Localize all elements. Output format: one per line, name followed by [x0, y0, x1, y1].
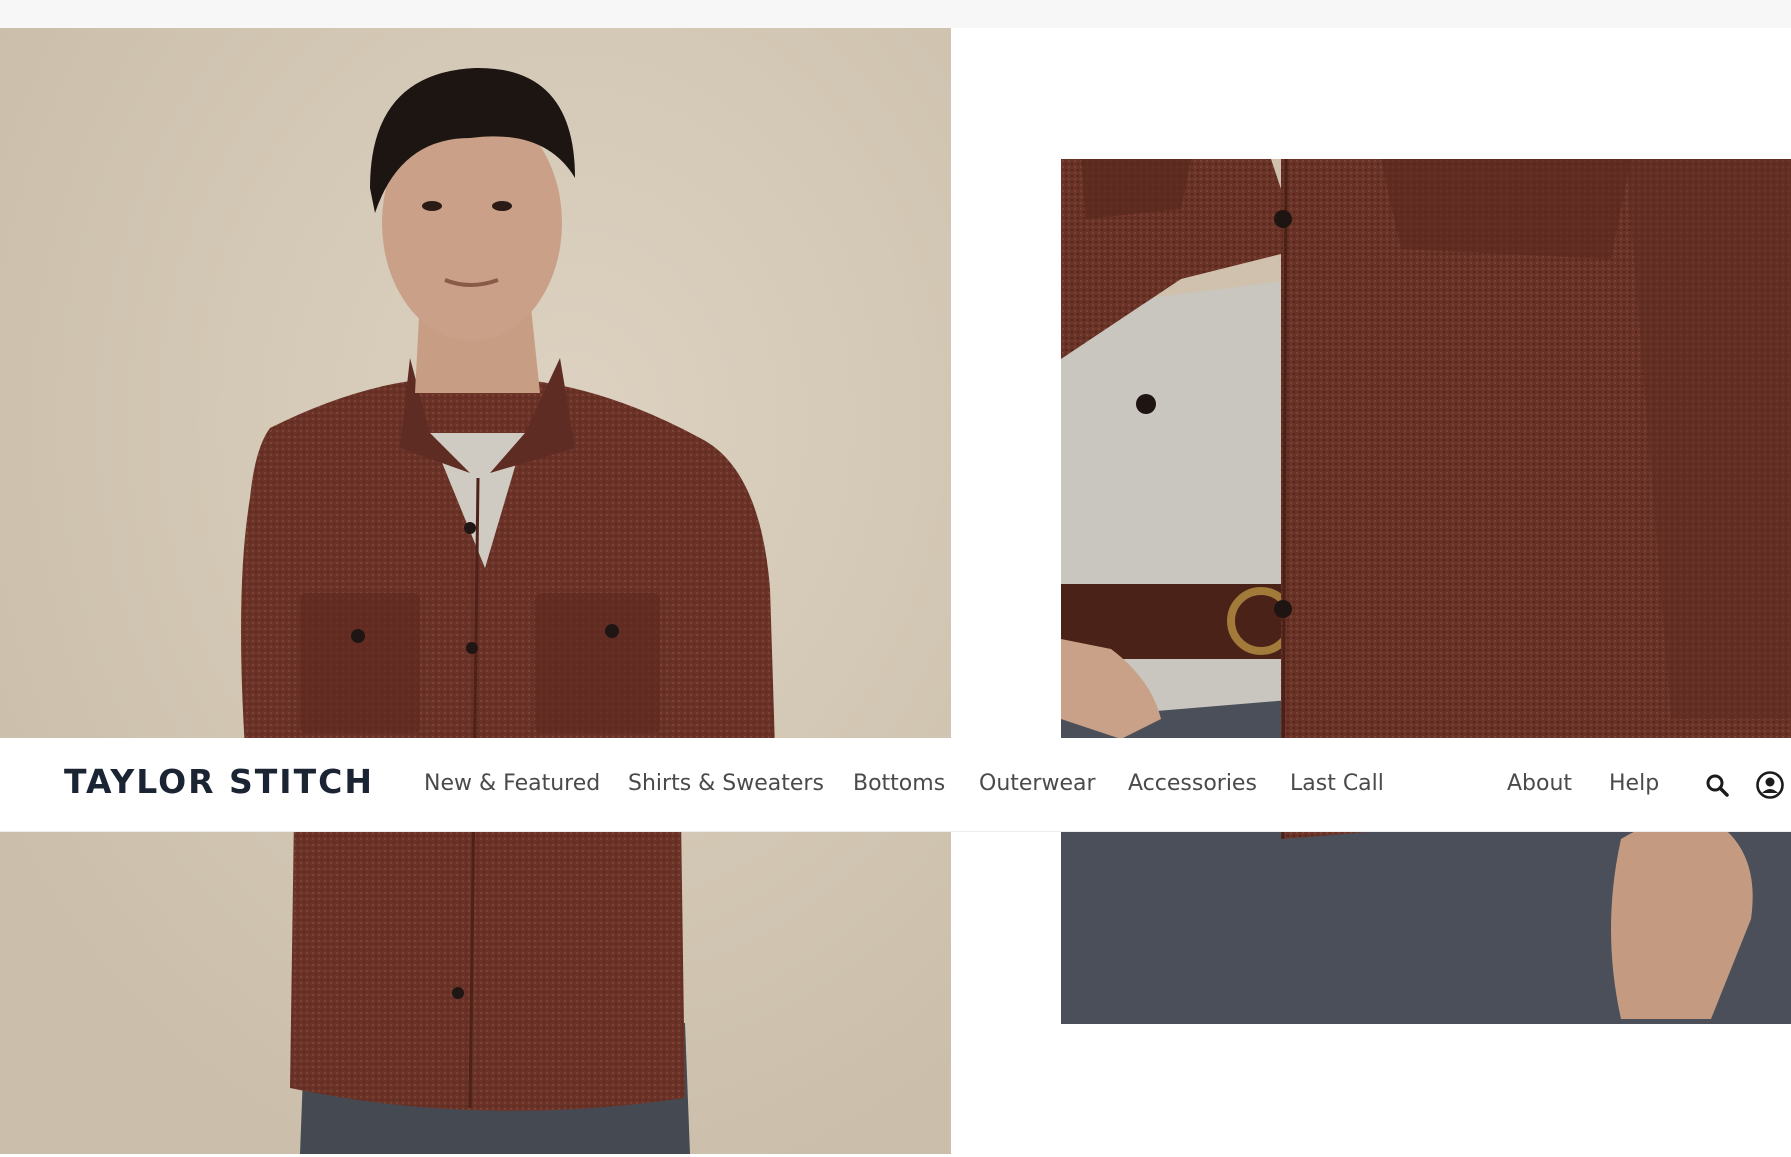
brand-logo[interactable]: TAYLOR STITCH: [64, 762, 374, 802]
nav-item-shirts-sweaters[interactable]: Shirts & Sweaters: [628, 769, 824, 799]
nav-item-outerwear[interactable]: Outerwear: [979, 769, 1096, 799]
nav-item-help[interactable]: Help: [1609, 769, 1659, 799]
account-icon[interactable]: [1755, 770, 1785, 800]
hero-photo-model[interactable]: [0, 28, 951, 1154]
detail-illustration: [1061, 159, 1791, 1024]
nav-item-accessories[interactable]: Accessories: [1128, 769, 1257, 799]
main-navigation: TAYLOR STITCH New & Featured Shirts & Sw…: [0, 738, 1791, 832]
nav-item-about[interactable]: About: [1507, 769, 1572, 799]
detail-photo-shirt-belt[interactable]: [1061, 159, 1791, 1024]
top-strip: [0, 0, 1791, 28]
nav-item-last-call[interactable]: Last Call: [1290, 769, 1384, 799]
model-illustration: [0, 28, 951, 1154]
nav-item-bottoms[interactable]: Bottoms: [853, 769, 945, 799]
search-icon[interactable]: [1703, 771, 1731, 799]
nav-item-new-featured[interactable]: New & Featured: [424, 769, 600, 799]
